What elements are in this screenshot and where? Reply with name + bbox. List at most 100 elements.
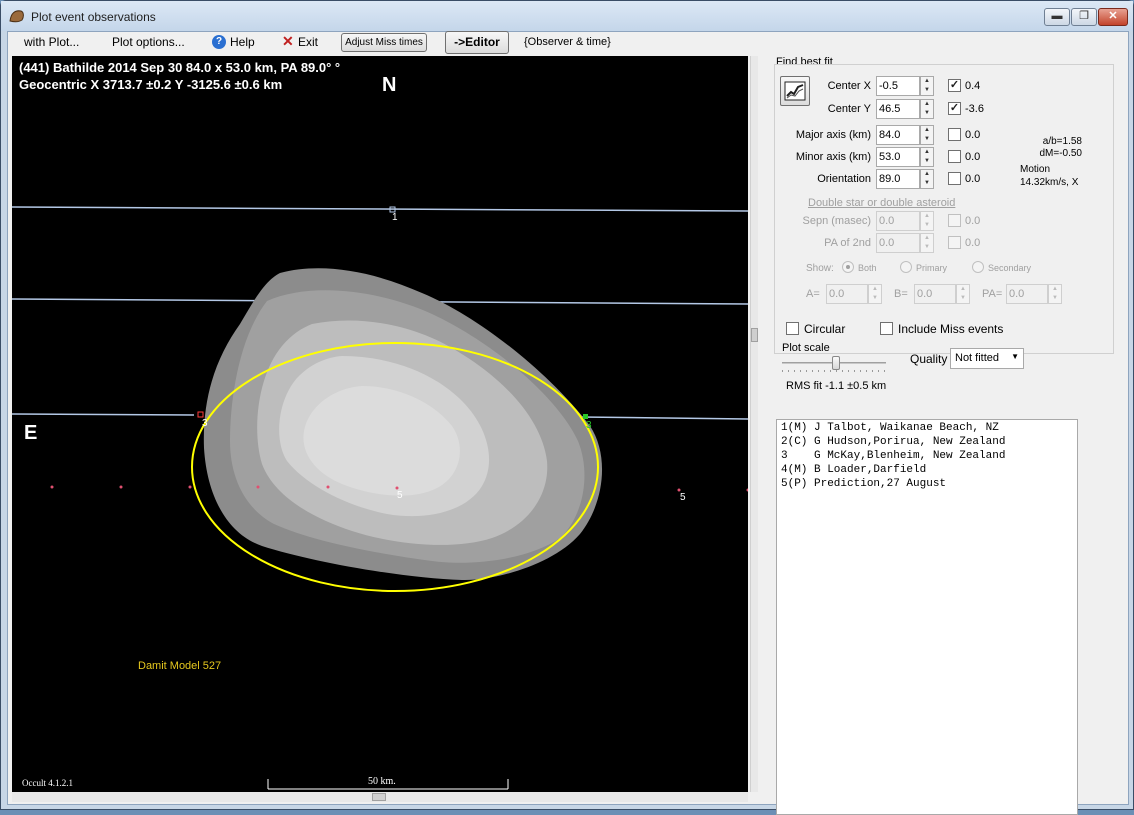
pa-input[interactable]: 0.0 [1006, 284, 1048, 304]
chord-label: 3 [202, 418, 208, 429]
orientation-label: Orientation [817, 173, 871, 185]
include-miss-checkbox[interactable] [880, 322, 893, 335]
minimize-button[interactable]: ▬ [1044, 8, 1070, 26]
show-secondary-radio[interactable] [972, 261, 984, 273]
app-icon [9, 10, 24, 23]
best-fit-icon [784, 81, 806, 101]
client-area: with Plot... Plot options... ? Help ✕ Ex… [7, 31, 1129, 815]
observer-list[interactable]: 1(M) J Talbot, Waikanae Beach, NZ 2(C) G… [776, 419, 1078, 815]
minor-axis-spinner[interactable]: ▲ ▼ [920, 147, 934, 167]
center-y-checkbox[interactable]: ✓ [948, 102, 961, 115]
minor-axis-checkbox[interactable] [948, 150, 961, 163]
minor-axis-offset: 0.0 [965, 151, 981, 163]
sepn-spinner[interactable]: ▲ ▼ [920, 211, 934, 231]
delta-magnitude: dM=-0.50 [1039, 148, 1082, 159]
event-title: (441) Bathilde 2014 Sep 30 84.0 x 53.0 k… [19, 60, 341, 75]
b-input[interactable]: 0.0 [914, 284, 956, 304]
pa-2nd-spinner[interactable]: ▲ ▼ [920, 233, 934, 253]
sepn-offset: 0.0 [965, 215, 981, 227]
show-primary-label: Primary [916, 263, 947, 273]
menu-exit[interactable]: Exit [298, 35, 318, 49]
center-x-checkbox[interactable]: ✓ [948, 79, 961, 92]
plot-scale-slider[interactable] [782, 356, 886, 372]
best-fit-button[interactable] [780, 76, 810, 106]
menu-with-plot[interactable]: with Plot... [24, 35, 79, 49]
version-label: Occult 4.1.2.1 [22, 778, 73, 788]
chord-line [12, 413, 195, 416]
sepn-checkbox[interactable] [948, 214, 961, 227]
major-axis-checkbox[interactable] [948, 128, 961, 141]
orientation-spinner[interactable]: ▲ ▼ [920, 169, 934, 189]
chord-label: 3 [586, 420, 592, 431]
slider-thumb[interactable] [832, 356, 840, 370]
include-miss-label: Include Miss events [898, 322, 1004, 336]
center-y-input[interactable]: 46.5 [876, 99, 920, 119]
minor-axis-input[interactable]: 53.0 [876, 147, 920, 167]
center-y-label: Center Y [827, 103, 871, 115]
adjust-miss-times-button[interactable]: Adjust Miss times [341, 33, 427, 52]
editor-button[interactable]: ->Editor [445, 31, 509, 54]
chord-line [12, 206, 748, 212]
plot-canvas [12, 206, 748, 790]
menu-help[interactable]: Help [230, 35, 255, 49]
chord-label: 5 [397, 490, 403, 501]
major-axis-spinner[interactable]: ▲ ▼ [920, 125, 934, 145]
b-label: B= [894, 288, 908, 300]
geocentric-coords: Geocentric X 3713.7 ±0.2 Y -3125.6 ±0.6 … [19, 77, 283, 92]
event-plot[interactable]: (441) Bathilde 2014 Sep 30 84.0 x 53.0 k… [12, 56, 748, 792]
pa-2nd-checkbox[interactable] [948, 236, 961, 249]
center-x-input[interactable]: -0.5 [876, 76, 920, 96]
scroll-thumb[interactable] [751, 328, 758, 342]
show-both-label: Both [858, 263, 877, 273]
orientation-input[interactable]: 89.0 [876, 169, 920, 189]
quality-label: Quality [910, 352, 948, 366]
pa-2nd-input[interactable]: 0.0 [876, 233, 920, 253]
chord-line [579, 416, 748, 420]
close-button[interactable]: ✕ [1098, 8, 1128, 26]
sepn-input[interactable]: 0.0 [876, 211, 920, 231]
center-y-spinner[interactable]: ▲ ▼ [920, 99, 934, 119]
scroll-thumb[interactable] [372, 793, 386, 801]
exit-icon[interactable]: ✕ [282, 33, 294, 50]
list-item[interactable]: 3 G McKay,Blenheim, New Zealand [781, 450, 1073, 464]
maximize-button[interactable]: ❐ [1071, 8, 1097, 26]
chord-marker [583, 414, 588, 419]
show-label: Show: [806, 263, 834, 274]
list-item[interactable]: 2(C) G Hudson,Porirua, New Zealand [781, 436, 1073, 450]
major-axis-offset: 0.0 [965, 129, 981, 141]
center-x-spinner[interactable]: ▲ ▼ [920, 76, 934, 96]
pa-label: PA= [982, 288, 1003, 300]
east-label: E [24, 422, 38, 444]
rms-fit: RMS fit -1.1 ±0.5 km [786, 380, 887, 392]
menu-observer-time[interactable]: {Observer & time} [524, 36, 611, 48]
plot-horizontal-scrollbar[interactable] [12, 792, 748, 802]
major-axis-input[interactable]: 84.0 [876, 125, 920, 145]
a-spinner[interactable]: ▲ ▼ [868, 284, 882, 304]
pa-2nd-offset: 0.0 [965, 237, 981, 249]
quality-select[interactable]: Not fitted ▼ [950, 348, 1024, 369]
minor-axis-label: Minor axis (km) [795, 151, 871, 163]
list-item[interactable]: 1(M) J Talbot, Waikanae Beach, NZ [781, 422, 1073, 436]
b-spinner[interactable]: ▲ ▼ [956, 284, 970, 304]
plot-vertical-scrollbar[interactable] [750, 56, 758, 792]
orientation-checkbox[interactable] [948, 172, 961, 185]
help-icon[interactable]: ? [212, 35, 226, 49]
app-window: Plot event observations ▬ ❐ ✕ with Plot.… [0, 0, 1134, 815]
title-bar[interactable]: Plot event observations ▬ ❐ ✕ [1, 1, 1133, 31]
quality-value: Not fitted [955, 352, 1000, 364]
list-item[interactable]: 4(M) B Loader,Darfield [781, 464, 1073, 478]
chord-label: 5 [680, 492, 686, 503]
list-item[interactable]: 5(P) Prediction,27 August [781, 478, 1073, 492]
pa-spinner[interactable]: ▲ ▼ [1048, 284, 1062, 304]
double-star-title: Double star or double asteroid [808, 197, 956, 209]
ratio-ab: a/b=1.58 [1042, 136, 1082, 147]
circular-label: Circular [804, 322, 846, 336]
center-y-offset: -3.6 [965, 103, 984, 115]
show-secondary-label: Secondary [988, 263, 1032, 273]
circular-checkbox[interactable] [786, 322, 799, 335]
show-primary-radio[interactable] [900, 261, 912, 273]
show-both-radio[interactable] [842, 261, 854, 273]
a-input[interactable]: 0.0 [826, 284, 868, 304]
asteroid-model [203, 268, 603, 581]
menu-plot-options[interactable]: Plot options... [112, 35, 185, 49]
